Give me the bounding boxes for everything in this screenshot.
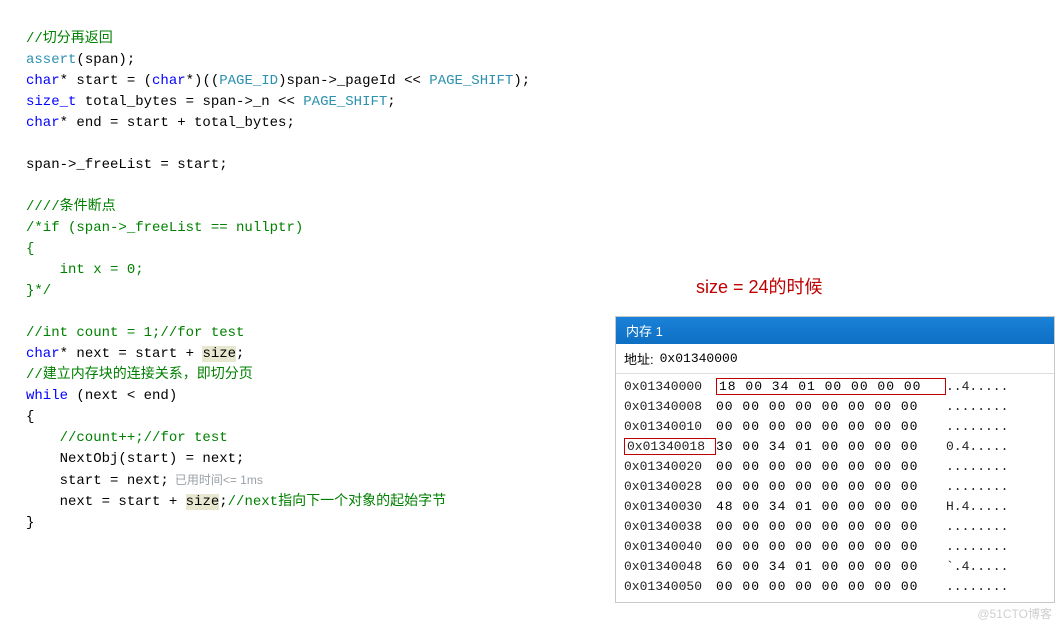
memory-row-address: 0x01340018	[624, 438, 716, 455]
memory-row-address: 0x01340048	[624, 559, 716, 574]
code-comment: {	[26, 241, 34, 257]
code-text: {	[26, 409, 34, 425]
memory-row: 0x0134001000 00 00 00 00 00 00 00.......…	[624, 416, 1046, 436]
code-comment: ////条件断点	[26, 199, 116, 215]
code-comment: /*if (span->_freeList == nullptr)	[26, 220, 303, 236]
code-text: start = next;	[26, 473, 169, 489]
memory-row-ascii: ........	[946, 479, 1008, 494]
code-text: span->_freeList = start;	[26, 157, 228, 173]
code-comment: //int count = 1;//for test	[26, 325, 244, 341]
memory-row-ascii: ........	[946, 539, 1008, 554]
memory-row-hex: 00 00 00 00 00 00 00 00	[716, 539, 946, 554]
code-text: * end = start + total_bytes;	[60, 115, 295, 131]
annotation-text: size = 24的时候	[696, 273, 823, 299]
code-text: ;	[219, 494, 227, 510]
memory-row: 0x0134001830 00 34 01 00 00 00 000.4....…	[624, 436, 1046, 456]
memory-row-hex: 48 00 34 01 00 00 00 00	[716, 499, 946, 514]
code-text: ;	[236, 346, 244, 362]
memory-row-address: 0x01340028	[624, 479, 716, 494]
code-text: ;	[387, 94, 395, 110]
code-text: * start = (	[60, 73, 152, 89]
memory-body: 0x0134000018 00 34 01 00 00 00 00..4....…	[616, 374, 1054, 602]
memory-row-address: 0x01340050	[624, 579, 716, 594]
memory-row-hex: 60 00 34 01 00 00 00 00	[716, 559, 946, 574]
memory-address-label: 地址:	[624, 349, 654, 368]
memory-address-input[interactable]	[660, 351, 840, 366]
code-comment: //count++;//for test	[26, 430, 228, 446]
code-kw: char	[26, 115, 60, 131]
memory-row-address: 0x01340040	[624, 539, 716, 554]
memory-row-ascii: H.4.....	[946, 499, 1008, 514]
code-highlight: size	[186, 494, 220, 510]
code-comment: //切分再返回	[26, 31, 113, 47]
memory-row-address: 0x01340008	[624, 399, 716, 414]
code-comment: }*/	[26, 283, 51, 299]
memory-row: 0x0134002000 00 00 00 00 00 00 00.......…	[624, 456, 1046, 476]
code-text: );	[513, 73, 530, 89]
watermark: @51CTO博客	[977, 605, 1052, 622]
memory-row-ascii: ........	[946, 399, 1008, 414]
code-text: *)((	[186, 73, 220, 89]
memory-row: 0x0134000018 00 34 01 00 00 00 00..4....…	[624, 376, 1046, 396]
code-blank	[26, 304, 34, 320]
code-text: }	[26, 515, 34, 531]
code-highlight: size	[202, 346, 236, 362]
memory-row-ascii: ........	[946, 459, 1008, 474]
code-text: total_bytes = span->_n <<	[76, 94, 303, 110]
code-blank	[26, 136, 34, 152]
code-macro: PAGE_SHIFT	[303, 94, 387, 110]
code-comment: //建立内存块的连接关系，即切分页	[26, 367, 253, 383]
memory-row-hex: 30 00 34 01 00 00 00 00	[716, 439, 946, 454]
code-func: assert	[26, 52, 76, 68]
memory-row: 0x0134002800 00 00 00 00 00 00 00.......…	[624, 476, 1046, 496]
code-comment: //next指向下一个对象的起始字节	[228, 494, 446, 510]
memory-row-ascii: ........	[946, 519, 1008, 534]
code-blank	[26, 178, 34, 194]
memory-row-address: 0x01340020	[624, 459, 716, 474]
memory-row-ascii: ........	[946, 419, 1008, 434]
memory-row-hex: 00 00 00 00 00 00 00 00	[716, 519, 946, 534]
code-text: (next < end)	[68, 388, 177, 404]
memory-row-hex: 00 00 00 00 00 00 00 00	[716, 459, 946, 474]
memory-row-address: 0x01340030	[624, 499, 716, 514]
code-comment: int x = 0;	[26, 262, 144, 278]
code-kw: char	[26, 346, 60, 362]
memory-address-bar: 地址:	[616, 344, 1054, 374]
memory-row-hex: 00 00 00 00 00 00 00 00	[716, 479, 946, 494]
memory-row-ascii: `.4.....	[946, 559, 1008, 574]
memory-row: 0x0134004000 00 00 00 00 00 00 00.......…	[624, 536, 1046, 556]
memory-row-address: 0x01340000	[624, 379, 716, 394]
memory-row: 0x0134005000 00 00 00 00 00 00 00.......…	[624, 576, 1046, 596]
code-text: next = start +	[26, 494, 186, 510]
code-text: )span->_pageId <<	[278, 73, 429, 89]
code-kw: size_t	[26, 94, 76, 110]
memory-window-title: 内存 1	[616, 317, 1054, 344]
memory-row-hex: 00 00 00 00 00 00 00 00	[716, 399, 946, 414]
code-text: * next = start +	[60, 346, 203, 362]
code-kw: char	[26, 73, 60, 89]
memory-row: 0x0134004860 00 34 01 00 00 00 00`.4....…	[624, 556, 1046, 576]
code-kw: char	[152, 73, 186, 89]
code-text: (span);	[76, 52, 135, 68]
memory-row-ascii: ........	[946, 579, 1008, 594]
memory-row-hex: 00 00 00 00 00 00 00 00	[716, 579, 946, 594]
code-text: NextObj(start) = next;	[26, 451, 244, 467]
memory-row: 0x0134003800 00 00 00 00 00 00 00.......…	[624, 516, 1046, 536]
memory-row-hex: 00 00 00 00 00 00 00 00	[716, 419, 946, 434]
memory-row-address: 0x01340010	[624, 419, 716, 434]
code-macro: PAGE_ID	[219, 73, 278, 89]
memory-row-ascii: ..4.....	[946, 379, 1008, 394]
memory-row-hex: 18 00 34 01 00 00 00 00	[716, 378, 946, 395]
memory-row: 0x0134003048 00 34 01 00 00 00 00H.4....…	[624, 496, 1046, 516]
code-kw: while	[26, 388, 68, 404]
memory-row-ascii: 0.4.....	[946, 439, 1008, 454]
perf-hint: 已用时间<= 1ms	[175, 473, 263, 487]
code-macro: PAGE_SHIFT	[429, 73, 513, 89]
memory-row-address: 0x01340038	[624, 519, 716, 534]
memory-row: 0x0134000800 00 00 00 00 00 00 00.......…	[624, 396, 1046, 416]
memory-window: 内存 1 地址: 0x0134000018 00 34 01 00 00 00 …	[615, 316, 1055, 603]
